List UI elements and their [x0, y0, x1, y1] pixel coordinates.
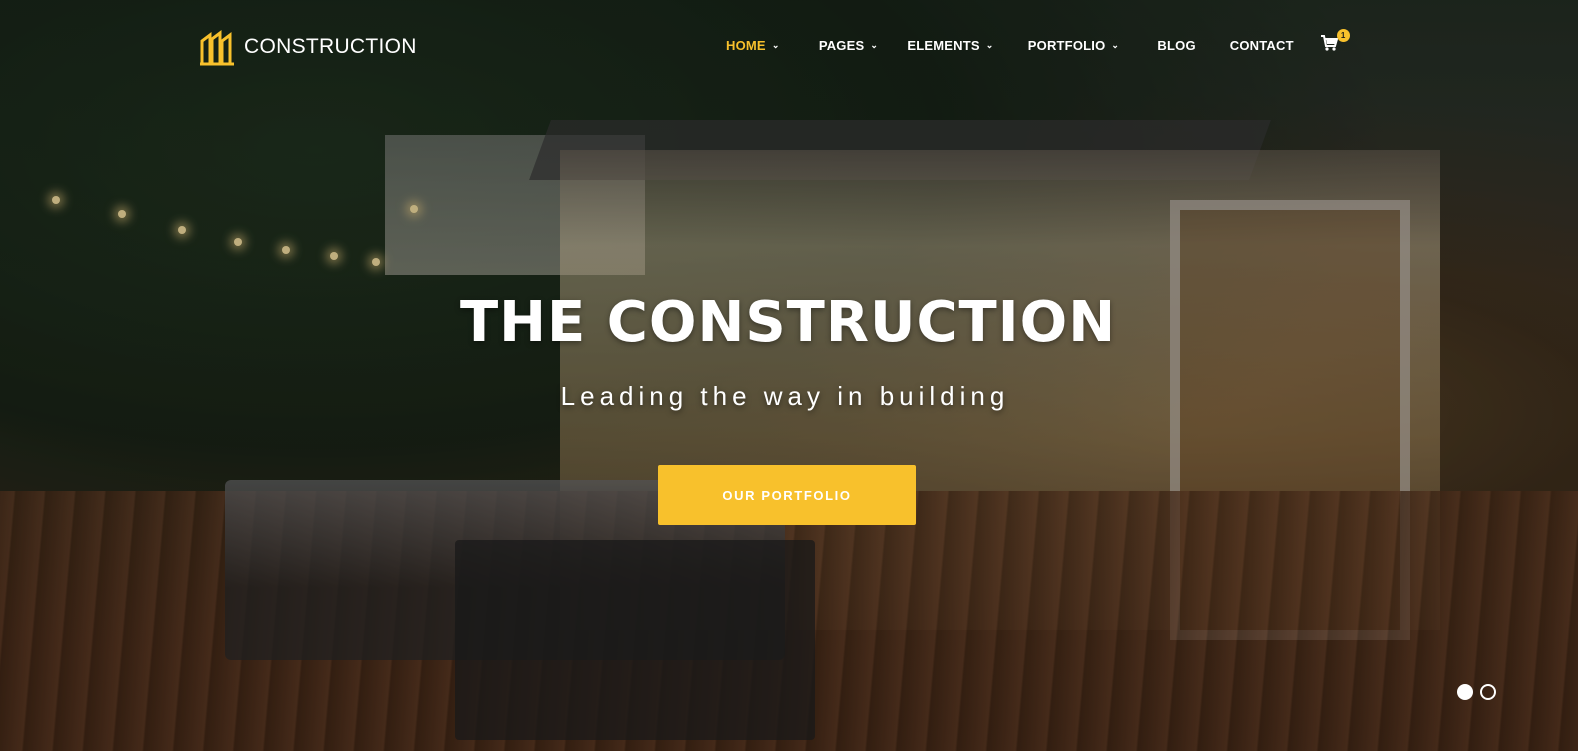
nav-item-portfolio[interactable]: PORTFOLIO ⌄ [1028, 38, 1122, 53]
slider-dot-1[interactable] [1456, 684, 1473, 700]
nav-item-pages[interactable]: PAGES ⌄ [819, 38, 881, 53]
shopping-cart-icon: 1 [1320, 29, 1350, 55]
nav-item-home[interactable]: HOME ⌄ [726, 38, 782, 53]
chevron-down-icon[interactable]: ⌄ [772, 40, 782, 50]
main-navigation: HOME ⌄ PAGES ⌄ ELEMENTS ⌄ PORTFOLIO ⌄ BL… [686, 14, 1408, 76]
nav-item-elements[interactable]: ELEMENTS ⌄ [907, 38, 995, 53]
nav-item-label: HOME [726, 37, 766, 53]
hero-title: THE CONSTRUCTION [459, 290, 1117, 355]
our-portfolio-button[interactable]: OUR PORTFOLIO [658, 465, 916, 525]
hero-subtitle: Leading the way in building [560, 381, 1010, 411]
nav-item-label: CONTACT [1229, 37, 1294, 53]
nav-item-blog[interactable]: BLOG [1157, 38, 1195, 53]
building-icon [198, 27, 238, 67]
nav-item-contact[interactable]: CONTACT [1230, 38, 1294, 53]
cart-button[interactable]: 1 [1320, 29, 1350, 55]
chevron-down-icon[interactable]: ⌄ [870, 40, 880, 50]
brand-name: CONSTRUCTION [244, 35, 417, 58]
slider-dot-2[interactable] [1479, 684, 1496, 700]
hero-content: THE CONSTRUCTION Leading the way in buil… [434, 268, 1176, 570]
nav-item-label: ELEMENTS [907, 37, 980, 53]
chevron-down-icon[interactable]: ⌄ [1111, 40, 1121, 50]
chevron-down-icon[interactable]: ⌄ [986, 40, 996, 50]
nav-item-label: BLOG [1157, 37, 1196, 53]
cart-count-badge: 1 [1336, 29, 1350, 42]
slider-pagination [1428, 658, 1524, 726]
nav-item-label: PORTFOLIO [1027, 37, 1106, 53]
brand-logo-link[interactable]: CONSTRUCTION [178, 10, 430, 84]
site-header: CONSTRUCTION HOME ⌄ PAGES ⌄ ELEMENTS ⌄ P… [152, 4, 1428, 102]
nav-item-label: PAGES [818, 37, 865, 53]
